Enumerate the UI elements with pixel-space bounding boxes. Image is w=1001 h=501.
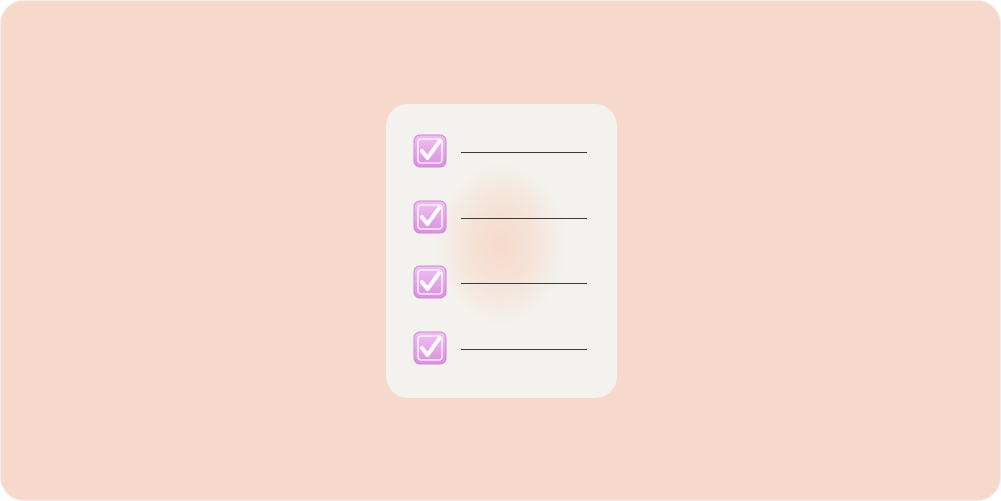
checklist-card xyxy=(386,104,617,398)
checked-box-icon xyxy=(413,200,447,234)
item-line xyxy=(461,218,587,219)
checklist-item xyxy=(413,331,587,365)
illustration-background xyxy=(0,0,1001,501)
checked-box-icon xyxy=(413,331,447,365)
item-line xyxy=(461,349,587,350)
item-line xyxy=(461,283,587,284)
checklist-item xyxy=(413,265,587,299)
checklist-item xyxy=(413,134,587,168)
item-line xyxy=(461,152,587,153)
checklist-item xyxy=(413,200,587,234)
card-glow xyxy=(436,164,566,324)
checked-box-icon xyxy=(413,134,447,168)
checked-box-icon xyxy=(413,265,447,299)
